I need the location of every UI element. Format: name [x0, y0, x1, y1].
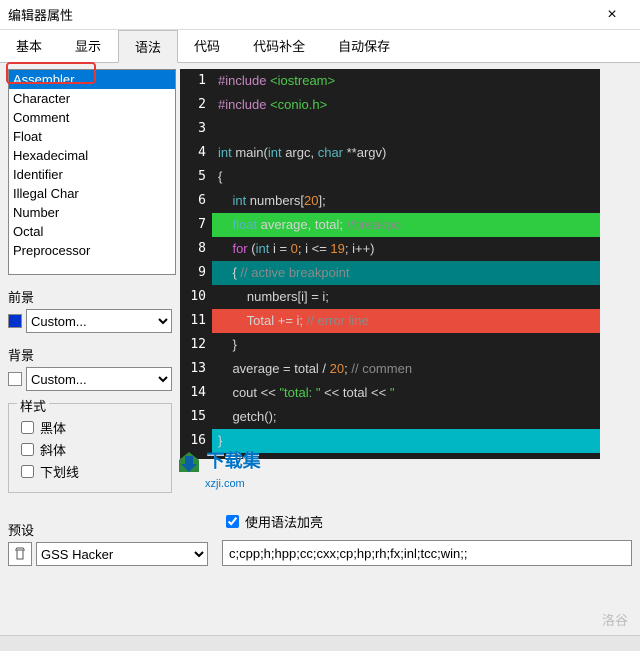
background-combo[interactable]: Custom... — [8, 367, 172, 391]
tab-autosave[interactable]: 自动保存 — [322, 30, 407, 62]
list-item[interactable]: Octal — [9, 222, 175, 241]
tab-completion[interactable]: 代码补全 — [237, 30, 322, 62]
list-item[interactable]: Comment — [9, 108, 175, 127]
list-item[interactable]: Assembler — [9, 70, 175, 89]
highlighting-checkbox[interactable]: 使用语法加亮 — [222, 512, 632, 531]
extensions-input[interactable] — [222, 540, 632, 566]
italic-checkbox[interactable]: 斜体 — [17, 440, 163, 459]
style-fieldset: 样式 黑体 斜体 下划线 — [8, 403, 172, 493]
underline-checkbox[interactable]: 下划线 — [17, 462, 163, 481]
list-item[interactable]: Float — [9, 127, 175, 146]
tab-bar: 基本 显示 语法 代码 代码补全 自动保存 — [0, 30, 640, 63]
tab-syntax[interactable]: 语法 — [118, 30, 178, 63]
window-title: 编辑器属性 — [8, 5, 592, 24]
watermark-text: 洛谷 — [602, 610, 628, 629]
preset-delete-button[interactable] — [8, 542, 32, 566]
tab-code[interactable]: 代码 — [178, 30, 237, 62]
background-swatch — [8, 372, 22, 386]
list-item[interactable]: Hexadecimal — [9, 146, 175, 165]
preset-label: 预设 — [8, 520, 208, 539]
tab-display[interactable]: 显示 — [59, 30, 118, 62]
tab-basic[interactable]: 基本 — [0, 30, 59, 62]
background-select[interactable]: Custom... — [26, 367, 172, 391]
list-item[interactable]: Character — [9, 89, 175, 108]
foreground-select[interactable]: Custom... — [26, 309, 172, 333]
list-item[interactable]: Preprocessor — [9, 241, 175, 260]
code-preview: 1#include <iostream>2#include <conio.h>3… — [180, 69, 600, 459]
bold-checkbox[interactable]: 黑体 — [17, 418, 163, 437]
foreground-label: 前景 — [8, 287, 172, 306]
bottom-bar — [0, 635, 640, 651]
close-icon[interactable]: × — [592, 6, 632, 24]
preset-select[interactable]: GSS Hacker — [36, 542, 208, 566]
foreground-swatch — [8, 314, 22, 328]
style-legend: 样式 — [17, 396, 49, 415]
list-item[interactable]: Number — [9, 203, 175, 222]
titlebar: 编辑器属性 × — [0, 0, 640, 30]
list-item[interactable]: Identifier — [9, 165, 175, 184]
list-item[interactable]: Illegal Char — [9, 184, 175, 203]
background-label: 背景 — [8, 345, 172, 364]
foreground-combo[interactable]: Custom... — [8, 309, 172, 333]
syntax-listbox[interactable]: Assembler Character Comment Float Hexade… — [8, 69, 176, 275]
delete-icon — [13, 547, 27, 561]
